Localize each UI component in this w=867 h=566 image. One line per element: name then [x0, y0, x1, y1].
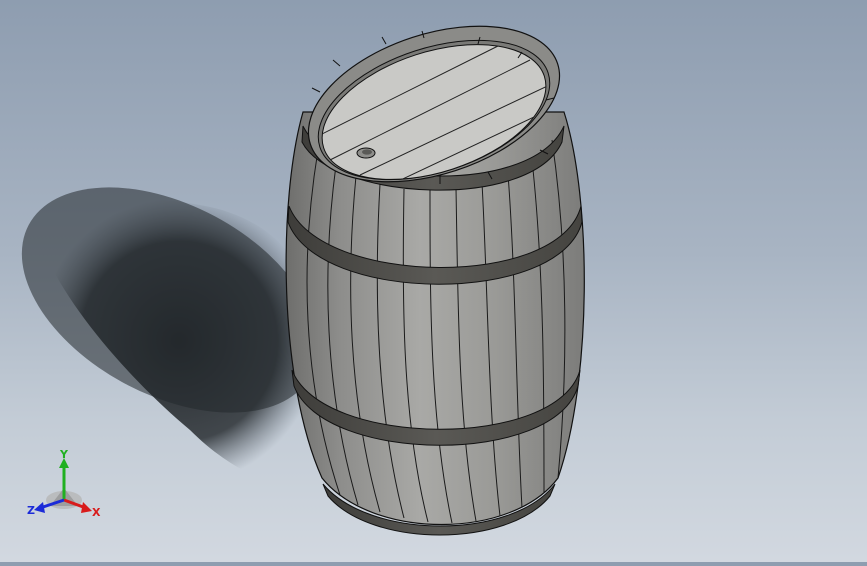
y-axis-label: Y: [59, 448, 69, 461]
x-axis-label: X: [92, 506, 101, 519]
view-orientation-triad[interactable]: Y X Z: [26, 448, 102, 520]
model-viewport[interactable]: Y X Z: [0, 0, 867, 562]
z-axis-label: Z: [27, 504, 35, 517]
bung-hole: [356, 147, 376, 159]
